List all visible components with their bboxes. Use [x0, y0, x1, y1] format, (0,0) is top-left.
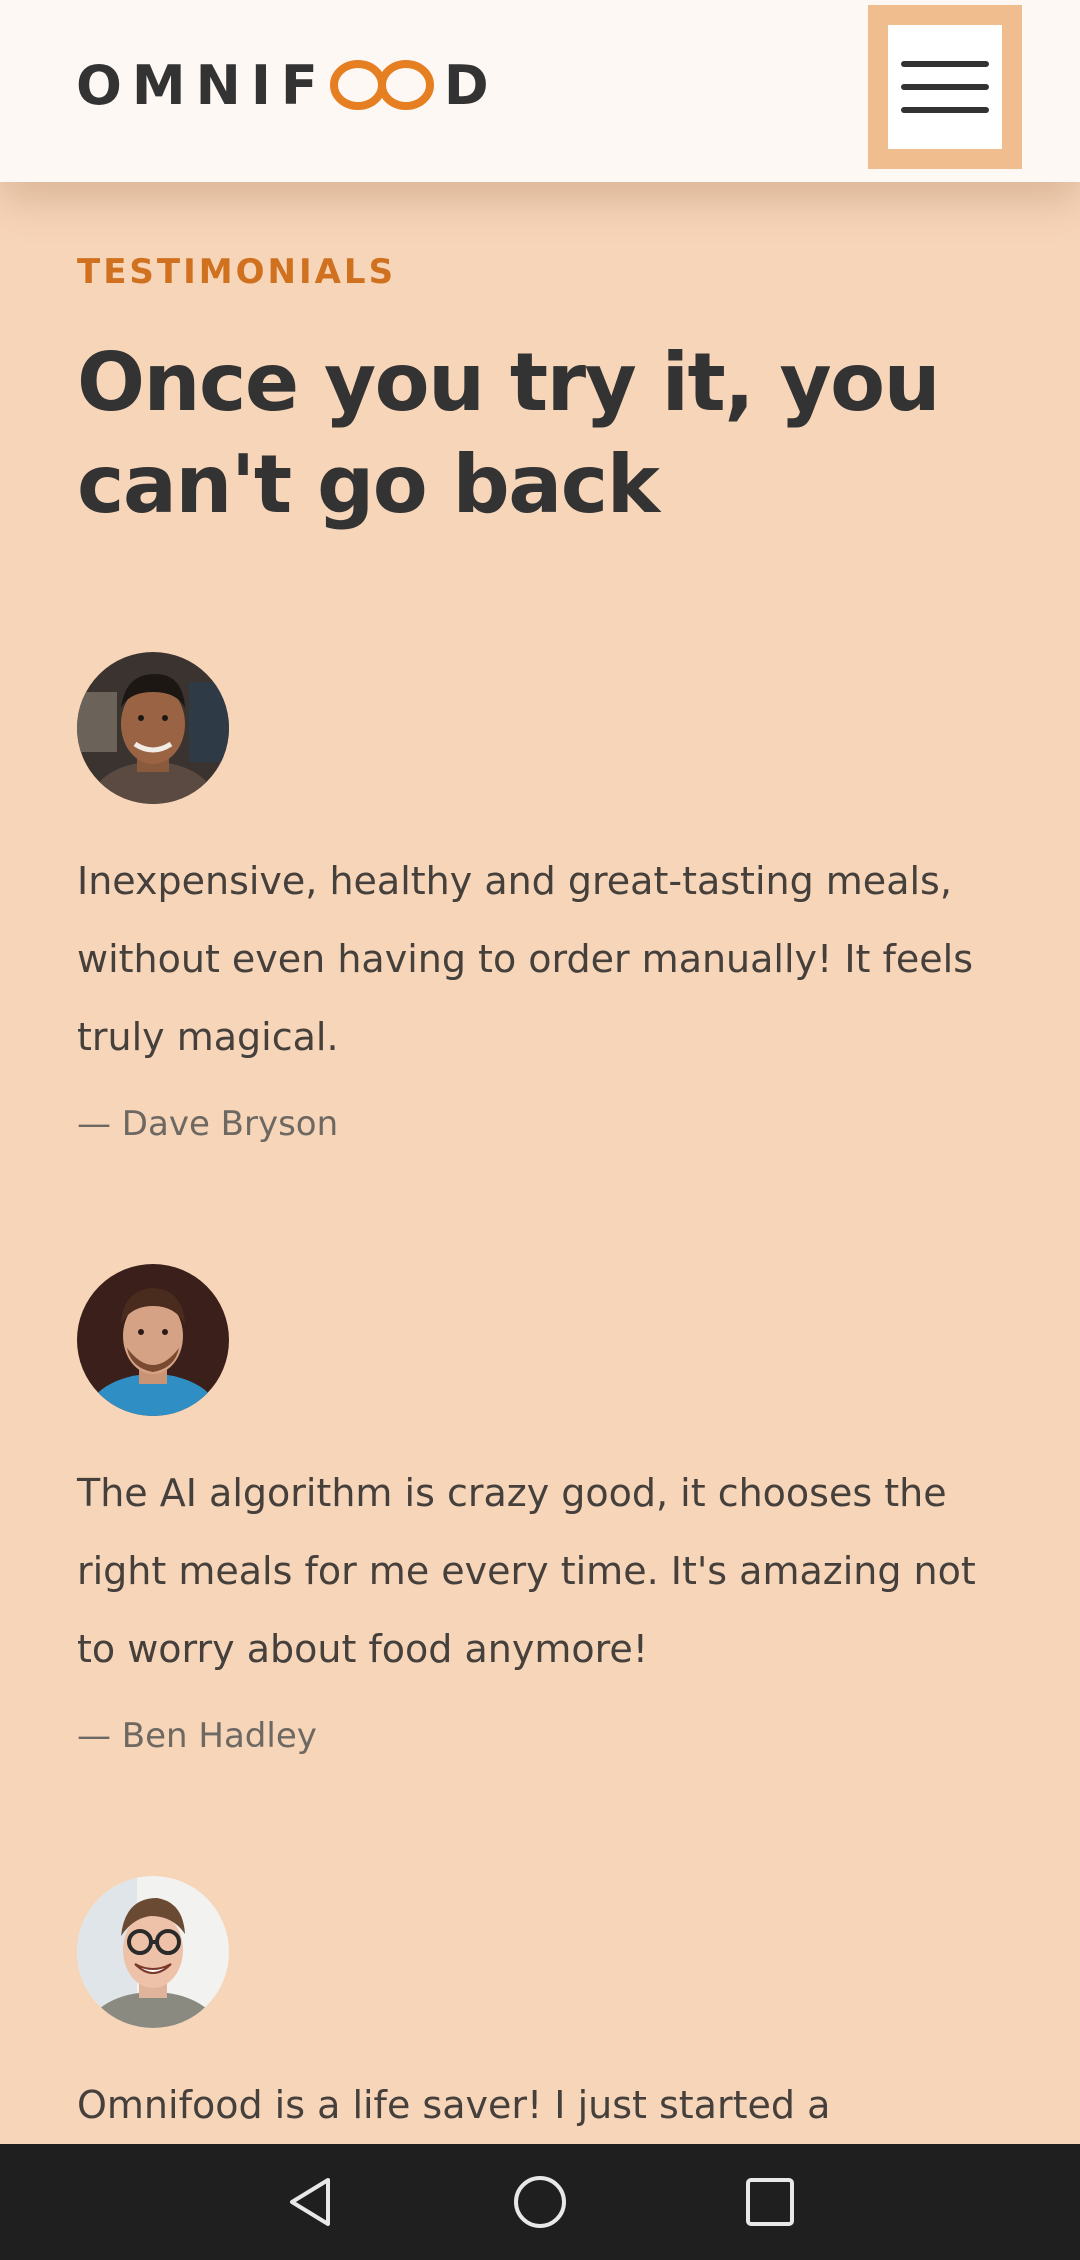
ben-hadley-photo — [77, 1264, 229, 1416]
avatar — [77, 1876, 229, 2028]
testimonial-quote: Omnifood is a life saver! I just started… — [77, 2083, 831, 2127]
avatar — [77, 652, 229, 804]
back-triangle-icon — [290, 2178, 330, 2226]
logo-text-left: OMNIF — [76, 53, 328, 117]
dave-bryson-photo — [77, 652, 229, 804]
omnifood-logo[interactable]: OMNIF D — [76, 50, 499, 120]
page: OMNIF D TESTIMONIALS Once you try it, yo… — [0, 0, 1080, 2260]
recents-square-icon — [746, 2178, 794, 2226]
logo-text-right: D — [443, 53, 499, 117]
system-navigation-bar — [0, 2144, 1080, 2260]
home-circle-icon — [514, 2176, 566, 2228]
testimonial-author: — Ben Hadley — [77, 1716, 317, 1756]
home-button[interactable] — [510, 2172, 570, 2232]
recents-button[interactable] — [740, 2172, 800, 2232]
section-eyebrow: TESTIMONIALS — [77, 252, 397, 292]
testimonial-quote: Inexpensive, healthy and great-tasting m… — [77, 859, 974, 1059]
hamburger-menu-icon — [901, 61, 989, 113]
testimonial-quote: The AI algorithm is crazy good, it choos… — [77, 1471, 976, 1671]
section-heading: Once you try it, you can't go back — [77, 336, 941, 531]
back-button[interactable] — [280, 2172, 340, 2232]
mobile-menu-button[interactable] — [868, 5, 1022, 169]
third-testimonial-photo — [77, 1876, 229, 2028]
avatar — [77, 1264, 229, 1416]
site-header: OMNIF D — [0, 0, 1080, 182]
testimonial-author: — Dave Bryson — [77, 1104, 339, 1144]
infinity-logo-icon — [328, 59, 438, 111]
